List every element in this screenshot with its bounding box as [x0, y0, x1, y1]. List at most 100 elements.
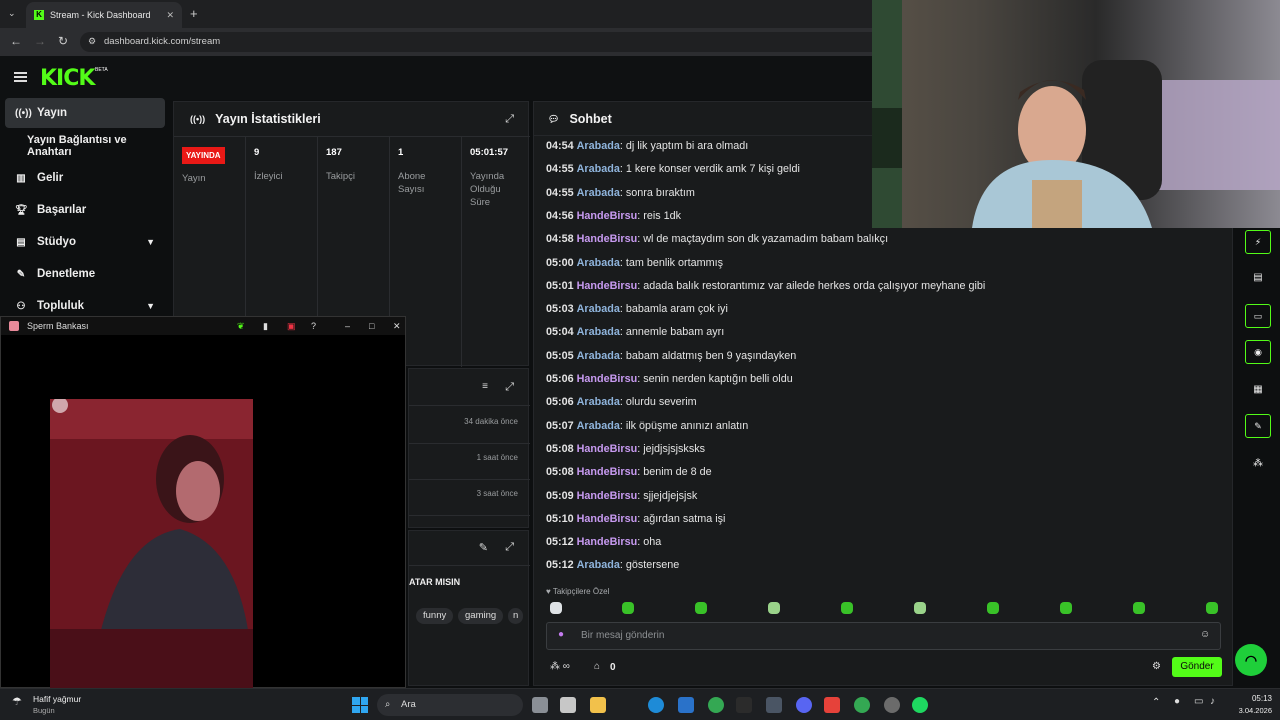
lightning-icon[interactable]: ⚡︎ [1245, 230, 1271, 254]
chat-icon[interactable]: ▭ [1245, 304, 1271, 328]
pip-icon[interactable]: ▣ [287, 317, 296, 335]
message-username[interactable]: HandeBirsu [577, 280, 638, 292]
notes-icon[interactable]: ▤ [1245, 266, 1271, 290]
message-username[interactable]: HandeBirsu [577, 210, 638, 222]
layout-icon[interactable]: ▦ [1245, 378, 1271, 402]
volume-icon[interactable]: ♪ [1210, 696, 1215, 707]
start-icon[interactable] [352, 697, 368, 713]
message-username[interactable]: HandeBirsu [577, 513, 638, 525]
leaf-icon[interactable]: ❦ [237, 317, 245, 335]
share-icon[interactable]: ⁂ [1245, 452, 1271, 476]
microphone-icon[interactable]: ● [1174, 696, 1180, 707]
tag-chip[interactable]: funny [416, 608, 454, 624]
discord-icon[interactable] [796, 697, 812, 713]
message-username[interactable]: HandeBirsu [577, 490, 638, 502]
emote-icon[interactable] [622, 602, 634, 614]
reload-icon[interactable]: ↻ [58, 34, 68, 48]
community-icon: ⚇ [16, 300, 26, 312]
sidebar-item-studio[interactable]: ▤ Stüdyo ▼ [5, 227, 165, 257]
message-username[interactable]: Arabada [577, 187, 620, 199]
message-username[interactable]: HandeBirsu [577, 466, 638, 478]
tag-chip[interactable]: n [508, 608, 524, 624]
send-button[interactable]: Gönder [1172, 657, 1222, 677]
message-username[interactable]: Arabada [577, 326, 620, 338]
expand-icon[interactable]: ⤢ [505, 113, 514, 126]
taskbar-search[interactable]: ⌕ Ara [377, 694, 523, 716]
network-icon[interactable]: ▭ [1194, 696, 1203, 707]
close-icon[interactable]: ✕ [393, 317, 401, 335]
mail-icon[interactable] [678, 697, 694, 713]
emote-icon[interactable] [914, 602, 926, 614]
app-icon[interactable] [736, 697, 752, 713]
channel-points-icon[interactable]: ⁂ ∞ [550, 661, 570, 672]
sidebar-item-stream[interactable]: ((•)) Yayın [5, 98, 165, 128]
message-username[interactable]: Arabada [577, 350, 620, 362]
message-username[interactable]: HandeBirsu [577, 233, 638, 245]
edge-icon[interactable] [648, 697, 664, 713]
message-username[interactable]: Arabada [577, 559, 620, 571]
spotify-icon[interactable] [912, 697, 928, 713]
clock-time[interactable]: 05:13 [1232, 694, 1272, 703]
maximize-icon[interactable]: □ [369, 317, 374, 335]
tray-chevron-icon[interactable]: ⌃ [1152, 697, 1160, 708]
emote-icon[interactable] [1133, 602, 1145, 614]
chat-input[interactable]: Bir mesaj gönderin [546, 622, 1221, 650]
task-view-icon[interactable] [532, 697, 548, 713]
emote-icon[interactable] [1060, 602, 1072, 614]
wrench-icon[interactable]: ✎ [1245, 414, 1271, 438]
sidebar-item-revenue[interactable]: ▥ Gelir [5, 163, 165, 193]
emote-icon[interactable] [1206, 602, 1218, 614]
expand-icon[interactable]: ⤢ [505, 541, 514, 554]
kick-emote-icon[interactable] [550, 602, 562, 614]
weather-icon[interactable]: ☂ [12, 695, 22, 708]
app-icon[interactable] [766, 697, 782, 713]
message-username[interactable]: Arabada [577, 140, 620, 152]
mic-icon[interactable]: ● [558, 629, 564, 640]
expand-icon[interactable]: ⤢ [505, 381, 514, 394]
site-info-icon[interactable]: ⚙ [88, 36, 96, 47]
emote-icon[interactable] [695, 602, 707, 614]
forward-icon[interactable]: → [34, 34, 46, 48]
message-username[interactable]: Arabada [577, 257, 620, 269]
url-input[interactable]: dashboard.kick.com/stream [80, 32, 872, 52]
back-icon[interactable]: ← [10, 34, 22, 48]
broadcast-icon[interactable]: ◉ [1245, 340, 1271, 364]
kick-logo[interactable]: KICK [40, 66, 95, 91]
store-icon[interactable]: ⌂ [594, 661, 600, 672]
support-chat-icon[interactable]: ◠ [1235, 644, 1267, 676]
edit-icon[interactable]: ✎ [479, 541, 488, 554]
chrome-icon[interactable] [854, 697, 870, 713]
emote-icon[interactable] [841, 602, 853, 614]
browser-tab[interactable]: K Stream - Kick Dashboard ✕ [26, 2, 182, 28]
sidebar-item-moderation[interactable]: ✎ Denetleme [5, 259, 165, 289]
message-username[interactable]: HandeBirsu [577, 536, 638, 548]
minimize-icon[interactable]: – [345, 317, 350, 335]
emote-icon[interactable] [987, 602, 999, 614]
message-username[interactable]: Arabada [577, 163, 620, 175]
sidebar-item-achievements[interactable]: 🏆︎ Başarılar [5, 195, 165, 225]
weather-text[interactable]: Hafif yağmur [33, 694, 81, 704]
message-username[interactable]: HandeBirsu [577, 443, 638, 455]
message-username[interactable]: Arabada [577, 303, 620, 315]
chrome-icon[interactable] [708, 697, 724, 713]
chat-settings-icon[interactable]: ⚙ [1152, 661, 1161, 672]
tag-chip[interactable]: gaming [458, 608, 504, 624]
tab-search-icon[interactable]: ⌄ [8, 8, 16, 19]
clock-date[interactable]: 3.04.2026 [1222, 706, 1272, 715]
bookmark-icon[interactable]: ▮ [263, 317, 268, 335]
filter-icon[interactable]: ≡ [482, 381, 488, 392]
store-app-icon[interactable] [560, 697, 576, 713]
message-username[interactable]: Arabada [577, 420, 620, 432]
emoji-icon[interactable]: ☺ [1200, 629, 1210, 640]
app-icon[interactable] [824, 697, 840, 713]
message-username[interactable]: Arabada [577, 396, 620, 408]
help-icon[interactable]: ? [311, 317, 316, 335]
sidebar-item-stream-key[interactable]: Yayın Bağlantısı ve Anahtarı [5, 131, 165, 161]
file-explorer-icon[interactable] [590, 697, 606, 713]
new-tab-button[interactable]: + [190, 6, 198, 21]
obs-icon[interactable] [884, 697, 900, 713]
message-username[interactable]: HandeBirsu [577, 373, 638, 385]
emote-icon[interactable] [768, 602, 780, 614]
tab-close-icon[interactable]: ✕ [166, 10, 174, 21]
menu-icon[interactable] [14, 72, 27, 82]
